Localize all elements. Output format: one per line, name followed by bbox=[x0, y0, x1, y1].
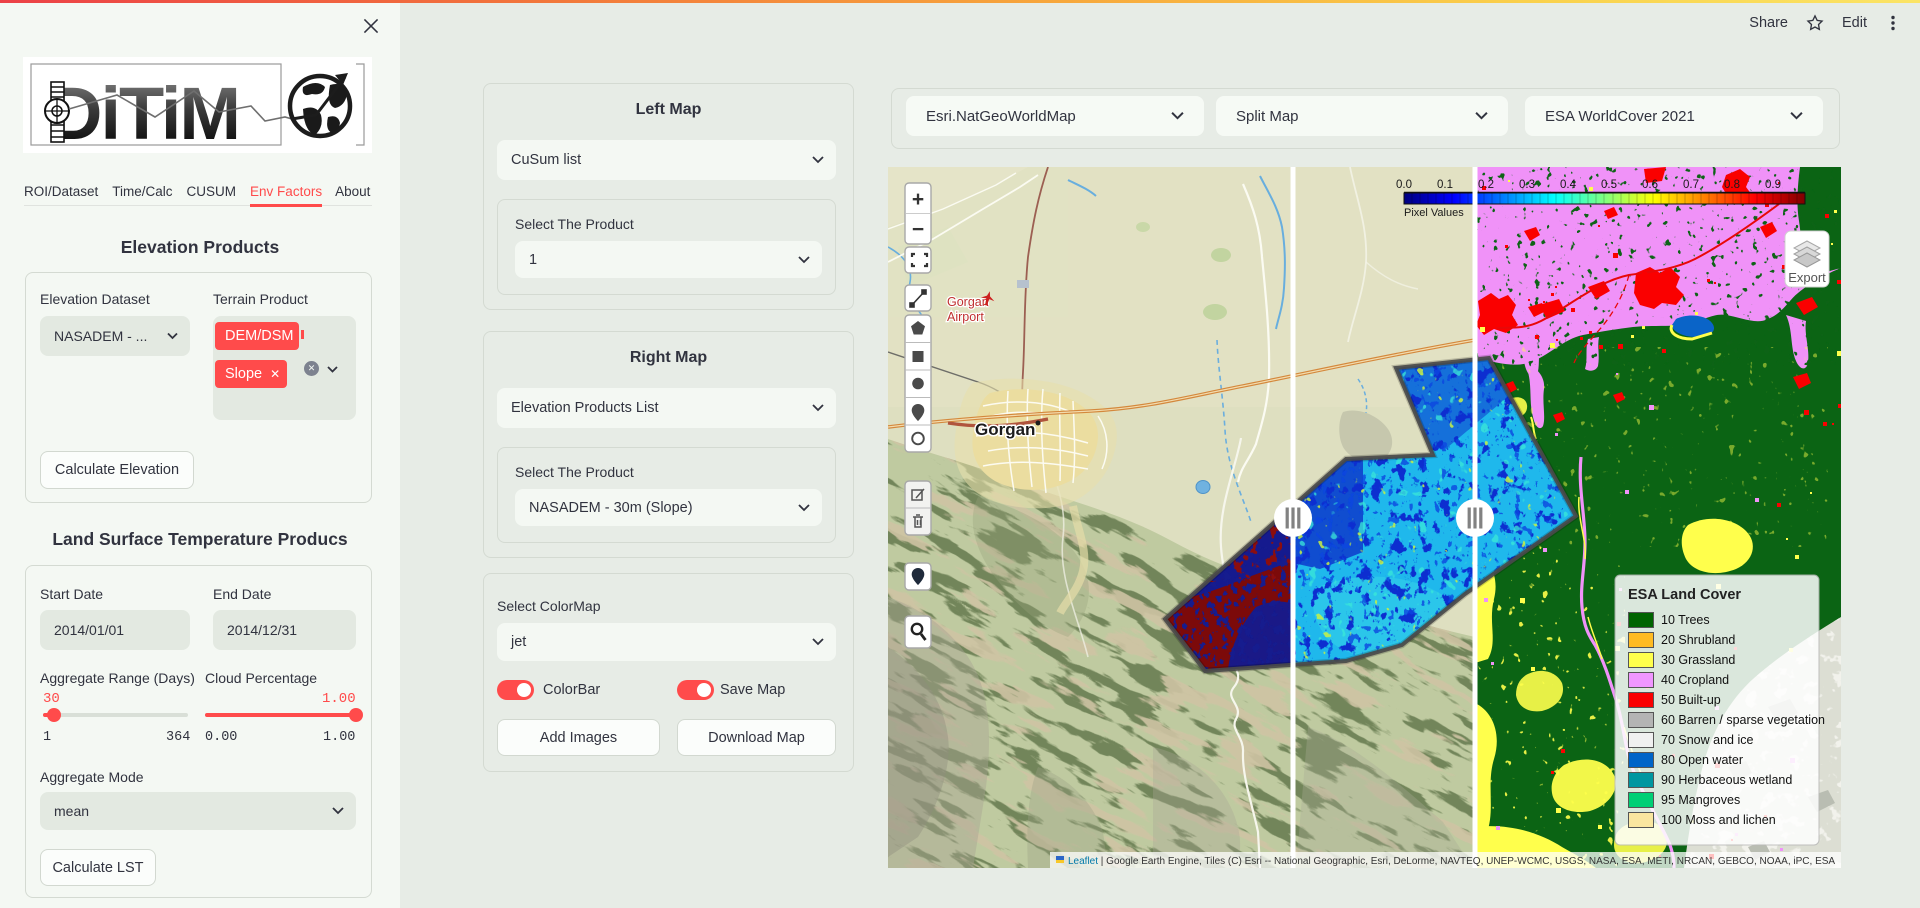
svg-text:Gorgan: Gorgan bbox=[947, 295, 989, 309]
svg-text:DiTiM: DiTiM bbox=[49, 72, 239, 153]
svg-text:0.2: 0.2 bbox=[1478, 179, 1494, 191]
svg-text:0.7: 0.7 bbox=[1683, 179, 1699, 191]
svg-text:Leaflet | Google Earth Engine,: Leaflet | Google Earth Engine, Tiles (C)… bbox=[1068, 856, 1835, 867]
svg-text:Pixel Values: Pixel Values bbox=[1404, 207, 1464, 219]
svg-text:0.1: 0.1 bbox=[1437, 179, 1453, 191]
svg-text:0.8: 0.8 bbox=[1724, 179, 1740, 191]
svg-text:0.5: 0.5 bbox=[1601, 179, 1617, 191]
svg-text:−: − bbox=[912, 218, 924, 241]
svg-text:ESA Land Cover: ESA Land Cover bbox=[1628, 587, 1741, 603]
svg-text:0.4: 0.4 bbox=[1560, 179, 1577, 191]
svg-text:0.6: 0.6 bbox=[1642, 179, 1658, 191]
svg-text:Export: Export bbox=[1788, 270, 1826, 285]
svg-text:0.0: 0.0 bbox=[1396, 179, 1412, 191]
svg-text:Airport: Airport bbox=[947, 310, 984, 324]
svg-text:0.3: 0.3 bbox=[1519, 179, 1535, 191]
svg-text:+: + bbox=[912, 188, 924, 211]
svg-text:0.9: 0.9 bbox=[1765, 179, 1781, 191]
svg-text:Gorgan: Gorgan bbox=[975, 420, 1035, 439]
